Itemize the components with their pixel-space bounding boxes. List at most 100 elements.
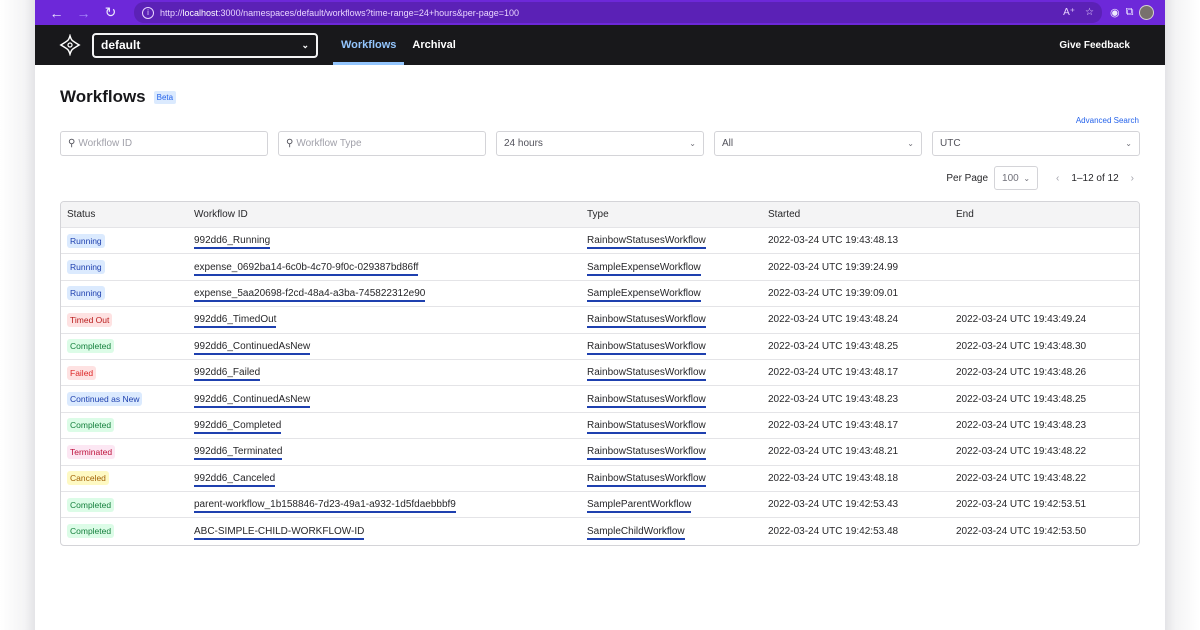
profile-avatar[interactable] <box>1139 5 1155 20</box>
table-row[interactable]: Running expense_5aa20698-f2cd-48a4-a3ba-7… <box>61 281 1139 308</box>
table-row[interactable]: Completed 992dd6_Completed RainbowStatuses… <box>61 413 1139 440</box>
workflow-type-input[interactable]: ⚲ Workflow Type <box>278 131 486 156</box>
filter-bar: ⚲ Workflow ID ⚲ Workflow Type 24 hours ⌄… <box>60 131 1140 156</box>
table-row[interactable]: Completed parent-workflow_1b158846-7d23-4… <box>61 492 1139 519</box>
status-cell: Running <box>61 286 194 301</box>
read-aloud-icon[interactable]: A⁺ <box>1063 7 1075 18</box>
table-row[interactable]: Running expense_0692ba14-6c0b-4c70-9f0c-0… <box>61 254 1139 281</box>
workflow-type-link[interactable]: SampleExpenseWorkflow <box>587 261 701 276</box>
time-range-select[interactable]: 24 hours ⌄ <box>496 131 704 156</box>
workflow-id-link[interactable]: 992dd6_ContinuedAsNew <box>194 340 311 355</box>
app-header: default ⌄ Workflows Archival Give Feedba… <box>35 25 1165 65</box>
workflow-id-cell: ABC-SIMPLE-CHILD-WORKFLOW-ID <box>194 525 587 540</box>
column-header-end: End <box>956 209 974 220</box>
workflow-id-cell: 992dd6_ContinuedAsNew <box>194 393 587 408</box>
status-badge: Completed <box>67 418 115 433</box>
workflow-id-cell: 992dd6_Terminated <box>194 446 587 461</box>
table-row[interactable]: Running 992dd6_Running RainbowStatusesWork… <box>61 228 1139 255</box>
back-arrow-icon[interactable]: ← <box>43 0 70 25</box>
frame-shadow-left <box>0 0 35 630</box>
workflow-id-link[interactable]: 992dd6_TimedOut <box>194 314 277 329</box>
table-row[interactable]: Timed Out 992dd6_TimedOut RainbowStatusesW… <box>61 307 1139 334</box>
collections-icon[interactable]: ⧉ <box>1126 6 1134 19</box>
timezone-value: UTC <box>940 138 961 149</box>
workflow-type-link[interactable]: SampleExpenseWorkflow <box>587 287 701 302</box>
extension-icon[interactable]: ◉ <box>1110 6 1120 19</box>
per-page-value: 100 <box>1002 172 1019 184</box>
table-body: Running 992dd6_Running RainbowStatusesWork… <box>61 228 1139 545</box>
end-cell: 2022-03-24 UTC 19:43:48.30 <box>956 340 1087 352</box>
workflow-type-placeholder: Workflow Type <box>296 138 362 149</box>
end-cell: 2022-03-24 UTC 19:43:48.26 <box>956 367 1087 379</box>
workflow-type-link[interactable]: RainbowStatusesWorkflow <box>587 340 706 355</box>
advanced-search-link[interactable]: Advanced Search <box>1076 116 1139 125</box>
previous-page-icon[interactable]: ‹ <box>1056 173 1059 184</box>
workflow-id-input[interactable]: ⚲ Workflow ID <box>60 131 268 156</box>
workflow-type-link[interactable]: RainbowStatusesWorkflow <box>587 393 706 408</box>
table-row[interactable]: Canceled 992dd6_Canceled RainbowStatusesWo… <box>61 466 1139 492</box>
workflow-id-cell: 992dd6_Canceled <box>194 472 587 487</box>
url-path: :3000/namespaces/default/workflows?time-… <box>218 7 519 18</box>
workflow-id-link[interactable]: 992dd6_Canceled <box>194 472 276 487</box>
nav-archival[interactable]: Archival <box>404 25 463 65</box>
workflow-id-cell: 992dd6_Running <box>194 235 587 250</box>
type-cell: RainbowStatusesWorkflow <box>587 472 768 487</box>
browser-window: ← → ↻ i http://localhost:3000/namespaces… <box>35 0 1165 630</box>
workflow-type-link[interactable]: SampleParentWorkflow <box>587 499 692 514</box>
timezone-select[interactable]: UTC ⌄ <box>932 131 1140 156</box>
namespace-value: default <box>101 38 141 52</box>
workflow-id-link[interactable]: 992dd6_Failed <box>194 367 261 382</box>
status-select[interactable]: All ⌄ <box>714 131 922 156</box>
type-cell: RainbowStatusesWorkflow <box>587 367 768 382</box>
column-header-type: Type <box>587 209 609 220</box>
type-cell: RainbowStatusesWorkflow <box>587 314 768 329</box>
chevron-down-icon: ⌄ <box>1023 173 1031 183</box>
chevron-down-icon: ⌄ <box>301 39 309 50</box>
favorites-star-icon[interactable]: ☆ <box>1085 7 1094 18</box>
url-prefix: http:// <box>160 7 183 18</box>
nav-workflows[interactable]: Workflows <box>333 25 405 65</box>
workflow-id-link[interactable]: ABC-SIMPLE-CHILD-WORKFLOW-ID <box>194 525 365 540</box>
workflow-type-link[interactable]: RainbowStatusesWorkflow <box>587 367 706 382</box>
table-row[interactable]: Completed ABC-SIMPLE-CHILD-WORKFLOW-ID Sam… <box>61 518 1139 544</box>
workflow-type-link[interactable]: RainbowStatusesWorkflow <box>587 446 706 461</box>
forward-arrow-icon[interactable]: → <box>70 0 97 25</box>
workflow-id-cell: 992dd6_Failed <box>194 367 587 382</box>
status-cell: Canceled <box>61 471 194 486</box>
address-bar[interactable]: i http://localhost:3000/namespaces/defau… <box>134 2 1102 23</box>
workflow-type-link[interactable]: SampleChildWorkflow <box>587 525 685 540</box>
workflow-type-link[interactable]: RainbowStatusesWorkflow <box>587 472 706 487</box>
workflow-id-link[interactable]: 992dd6_Completed <box>194 419 282 434</box>
next-page-icon[interactable]: › <box>1131 173 1134 184</box>
namespace-select[interactable]: default ⌄ <box>92 32 318 58</box>
workflow-id-link[interactable]: 992dd6_Terminated <box>194 446 283 461</box>
workflow-id-link[interactable]: 992dd6_ContinuedAsNew <box>194 393 311 408</box>
end-cell: 2022-03-24 UTC 19:43:48.23 <box>956 419 1087 431</box>
workflow-type-link[interactable]: RainbowStatusesWorkflow <box>587 419 706 434</box>
temporal-logo-icon[interactable] <box>59 34 81 56</box>
workflow-type-link[interactable]: RainbowStatusesWorkflow <box>587 314 706 329</box>
site-info-icon[interactable]: i <box>142 6 154 19</box>
table-row[interactable]: Continued as New 992dd6_ContinuedAsNew Rai… <box>61 386 1139 413</box>
workflow-id-link[interactable]: expense_5aa20698-f2cd-48a4-a3ba-74582231… <box>194 287 426 302</box>
column-header-workflow-id: Workflow ID <box>194 209 248 220</box>
time-range-value: 24 hours <box>504 138 543 149</box>
workflow-type-link[interactable]: RainbowStatusesWorkflow <box>587 235 706 250</box>
end-cell: 2022-03-24 UTC 19:42:53.51 <box>956 499 1087 511</box>
type-cell: SampleChildWorkflow <box>587 525 768 540</box>
table-row[interactable]: Failed 992dd6_Failed RainbowStatusesWorkfl… <box>61 360 1139 387</box>
status-badge: Continued as New <box>67 392 143 407</box>
nav-workflows-label: Workflows <box>341 39 397 51</box>
give-feedback-link[interactable]: Give Feedback <box>1059 25 1130 65</box>
workflow-id-link[interactable]: parent-workflow_1b158846-7d23-49a1-a932-… <box>194 499 456 514</box>
table-row[interactable]: Completed 992dd6_ContinuedAsNew RainbowSta… <box>61 334 1139 360</box>
workflow-id-link[interactable]: 992dd6_Running <box>194 235 271 250</box>
table-row[interactable]: Terminated 992dd6_Terminated RainbowStatus… <box>61 439 1139 466</box>
workflow-id-cell: expense_0692ba14-6c0b-4c70-9f0c-029387bd… <box>194 261 587 276</box>
column-header-status: Status <box>67 209 96 220</box>
per-page-select[interactable]: 100 ⌄ <box>994 166 1039 190</box>
status-value: All <box>722 138 734 149</box>
reload-icon[interactable]: ↻ <box>97 0 124 25</box>
workflow-id-link[interactable]: expense_0692ba14-6c0b-4c70-9f0c-029387bd… <box>194 261 419 276</box>
workflow-id-cell: 992dd6_ContinuedAsNew <box>194 340 587 355</box>
